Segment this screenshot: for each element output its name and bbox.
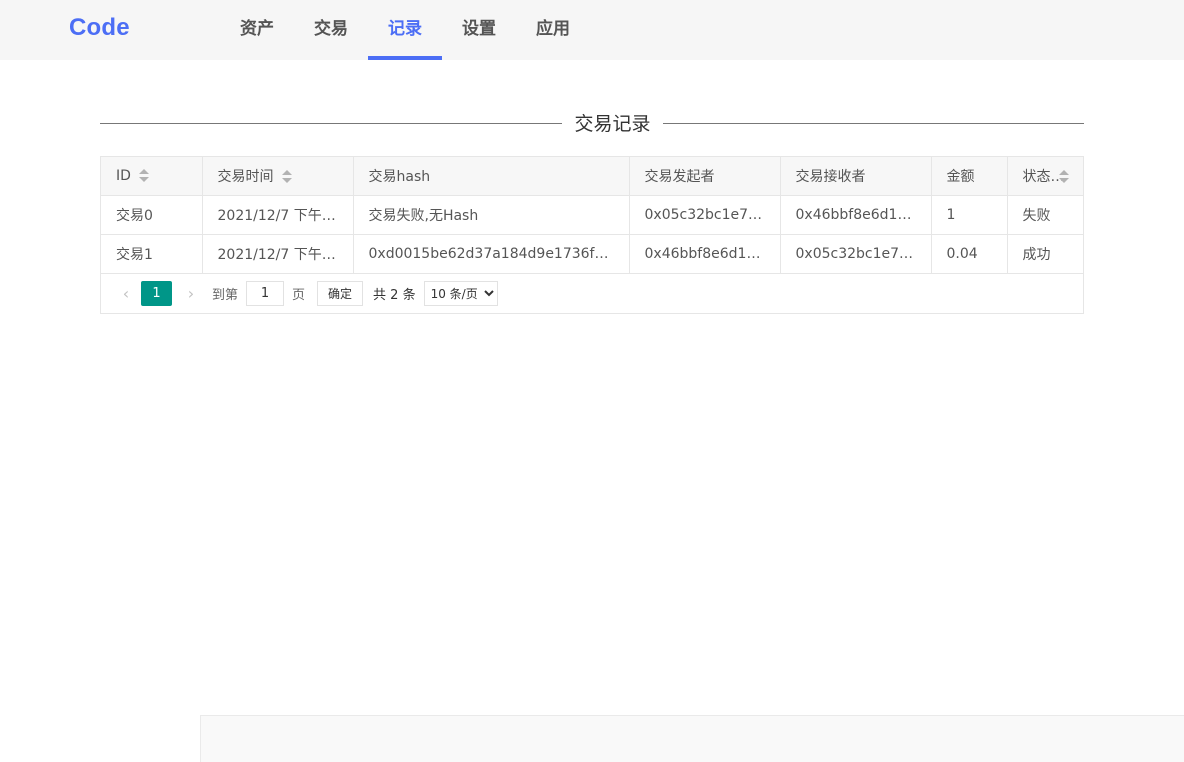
column-header-label: 交易时间 [217,169,274,185]
cell-hash: 交易失败,无Hash [353,195,630,235]
column-header-id[interactable]: ID [101,157,203,196]
main-nav: 资产 交易 记录 设置 应用 [220,0,590,60]
cell-id: 交易1 [101,234,203,274]
nav-item-settings[interactable]: 设置 [442,0,516,60]
table-header-row: ID 交易时间 交易hash 交易发起者 交易接收者 金额 状态 [101,157,1083,196]
cell-receiver: 0x05c32bc1e77... [780,234,932,274]
column-header-receiver: 交易接收者 [780,157,932,196]
cell-hash: 0xd0015be62d37a184d9e1736fc495... [353,234,630,274]
nav-item-apps[interactable]: 应用 [516,0,590,60]
goto-page-input[interactable] [246,281,285,306]
column-header-amount: 金额 [931,157,1008,196]
sort-icon[interactable] [281,170,292,184]
records-table: ID 交易时间 交易hash 交易发起者 交易接收者 金额 状态 交易0 202… [100,156,1084,314]
section-title: 交易记录 [574,113,651,135]
heading-divider-left [100,123,562,124]
nav-item-records[interactable]: 记录 [368,0,442,60]
cell-id: 交易0 [101,195,203,235]
pagination: ‹ 1 › 到第 页 确定 共 2 条 10 条/页 [101,274,1083,313]
cell-amount: 1 [931,195,1008,235]
page-size-select[interactable]: 10 条/页 [423,281,498,306]
column-header-sender: 交易发起者 [629,157,781,196]
goto-label: 到第 [212,288,239,303]
column-header-time[interactable]: 交易时间 [202,157,354,196]
bottom-panel [200,715,1184,762]
total-count: 共 2 条 [373,288,416,303]
column-header-hash: 交易hash [353,157,630,196]
heading-divider-right [663,123,1084,124]
cell-amount: 0.04 [931,234,1008,274]
column-header-label: ID [116,168,131,184]
cell-sender: 0x46bbf8e6d19f... [629,234,781,274]
page-unit-label: 页 [292,288,306,303]
cell-receiver: 0x46bbf8e6d19f... [780,195,932,235]
nav-item-assets[interactable]: 资产 [220,0,294,60]
cell-status: 失败 [1007,195,1083,235]
table-row[interactable]: 交易0 2021/12/7 下午2:... 交易失败,无Hash 0x05c32… [101,195,1083,235]
chevron-right-icon[interactable]: › [178,284,204,303]
cell-status: 成功 [1007,234,1083,274]
column-header-status[interactable]: 状态 [1007,157,1083,196]
cell-time: 2021/12/7 下午6:... [202,234,354,274]
table-row[interactable]: 交易1 2021/12/7 下午6:... 0xd0015be62d37a184… [101,234,1083,274]
top-navbar: Code 资产 交易 记录 设置 应用 [0,0,1184,60]
section-heading: 交易记录 [100,108,1084,138]
brand-logo[interactable]: Code [69,14,130,42]
cell-sender: 0x05c32bc1e77... [629,195,781,235]
chevron-left-icon[interactable]: ‹ [113,284,139,303]
nav-item-trade[interactable]: 交易 [294,0,368,60]
cell-time: 2021/12/7 下午2:... [202,195,354,235]
sort-icon[interactable] [138,169,149,183]
confirm-button[interactable]: 确定 [317,281,364,306]
page-current[interactable]: 1 [141,281,172,306]
